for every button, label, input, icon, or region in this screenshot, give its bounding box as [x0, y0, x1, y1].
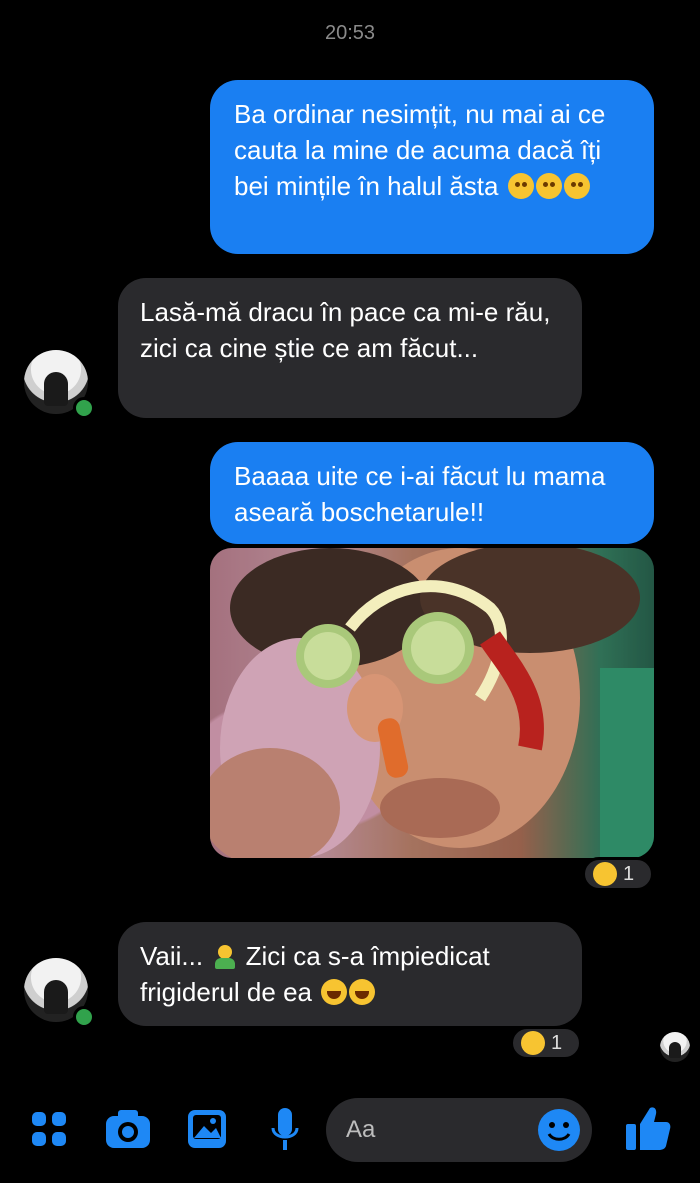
emoji-icon[interactable] — [536, 1107, 582, 1153]
message-bubble-outgoing[interactable]: Ba ordinar nesimțit, nu mai ai ce cauta … — [210, 80, 654, 254]
angry-emoji-icon — [521, 1031, 545, 1055]
shared-photo[interactable] — [210, 548, 654, 858]
message-reaction[interactable]: 1 — [510, 1026, 582, 1060]
angry-face-icon — [563, 173, 590, 199]
message-input-placeholder: Aa — [346, 1116, 376, 1143]
gallery-icon[interactable] — [186, 1108, 228, 1150]
apps-grid-icon[interactable] — [30, 1110, 68, 1148]
online-status-indicator — [73, 397, 95, 419]
online-status-indicator — [73, 1006, 95, 1028]
read-receipt-avatar — [660, 1032, 690, 1062]
photo-illustration — [210, 548, 654, 858]
laugh-emoji-icon — [593, 862, 617, 886]
laughing-face-icon — [321, 979, 348, 1005]
avatar-figure — [44, 372, 68, 406]
angry-face-icon — [507, 173, 534, 199]
facepalm-icon — [212, 943, 238, 969]
reaction-count: 1 — [551, 1031, 563, 1054]
laughing-face-icon — [349, 979, 376, 1005]
message-bubble-outgoing[interactable]: Baaaa uite ce i-ai făcut lu mama aseară … — [210, 442, 654, 544]
message-reaction[interactable]: 1 — [582, 857, 654, 891]
message-text: Lasă-mă dracu în pace ca mi-e rău, zici … — [140, 297, 551, 363]
message-text: Vaii... — [140, 941, 204, 971]
message-bubble-incoming[interactable]: Lasă-mă dracu în pace ca mi-e rău, zici … — [118, 278, 582, 418]
microphone-icon[interactable] — [270, 1106, 300, 1152]
composer-bar: Aa — [0, 1090, 700, 1170]
reaction-count: 1 — [623, 862, 635, 885]
avatar-figure — [44, 980, 68, 1014]
timestamp: 20:53 — [324, 22, 376, 44]
like-thumb-icon[interactable] — [624, 1104, 672, 1154]
angry-face-icon — [535, 173, 562, 199]
camera-icon[interactable] — [104, 1108, 152, 1150]
message-bubble-incoming[interactable]: Vaii... Zici ca s-a împiedicat frigideru… — [118, 922, 582, 1026]
message-text: Baaaa uite ce i-ai făcut lu mama aseară … — [234, 461, 606, 527]
